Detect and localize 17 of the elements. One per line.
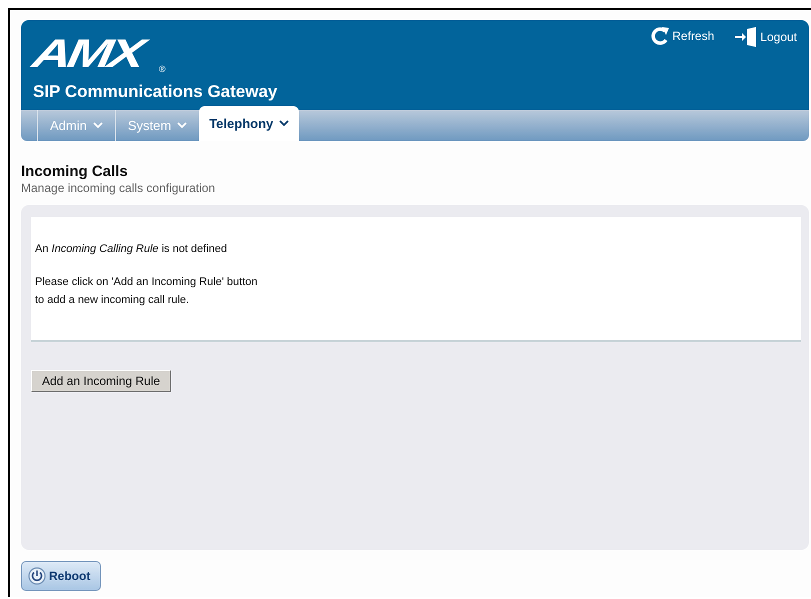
registered-mark: ® — [158, 64, 166, 74]
power-icon — [28, 567, 46, 585]
product-title: SIP Communications Gateway — [33, 82, 278, 102]
refresh-link[interactable]: Refresh — [650, 26, 714, 46]
logout-link[interactable]: Logout — [734, 26, 797, 48]
refresh-icon — [650, 26, 670, 46]
page-title: Incoming Calls — [21, 163, 129, 180]
instruction-text: Please click on 'Add an Incoming Rule' button to add a new incoming call rule. — [35, 275, 258, 308]
page-subtitle: Manage incoming calls configuration — [21, 181, 216, 195]
reboot-button[interactable]: Reboot — [21, 561, 102, 591]
add-rule-button[interactable]: Add an Incoming Rule — [31, 370, 172, 392]
chevron-icon — [92, 122, 103, 129]
chevron-icon — [279, 120, 290, 127]
door-arrow-icon — [734, 26, 758, 48]
chevron-icon — [177, 122, 188, 129]
nav-tab[interactable]: Telephony — [199, 106, 300, 141]
status-message: An Incoming Calling Rule is not defined — [35, 243, 228, 255]
